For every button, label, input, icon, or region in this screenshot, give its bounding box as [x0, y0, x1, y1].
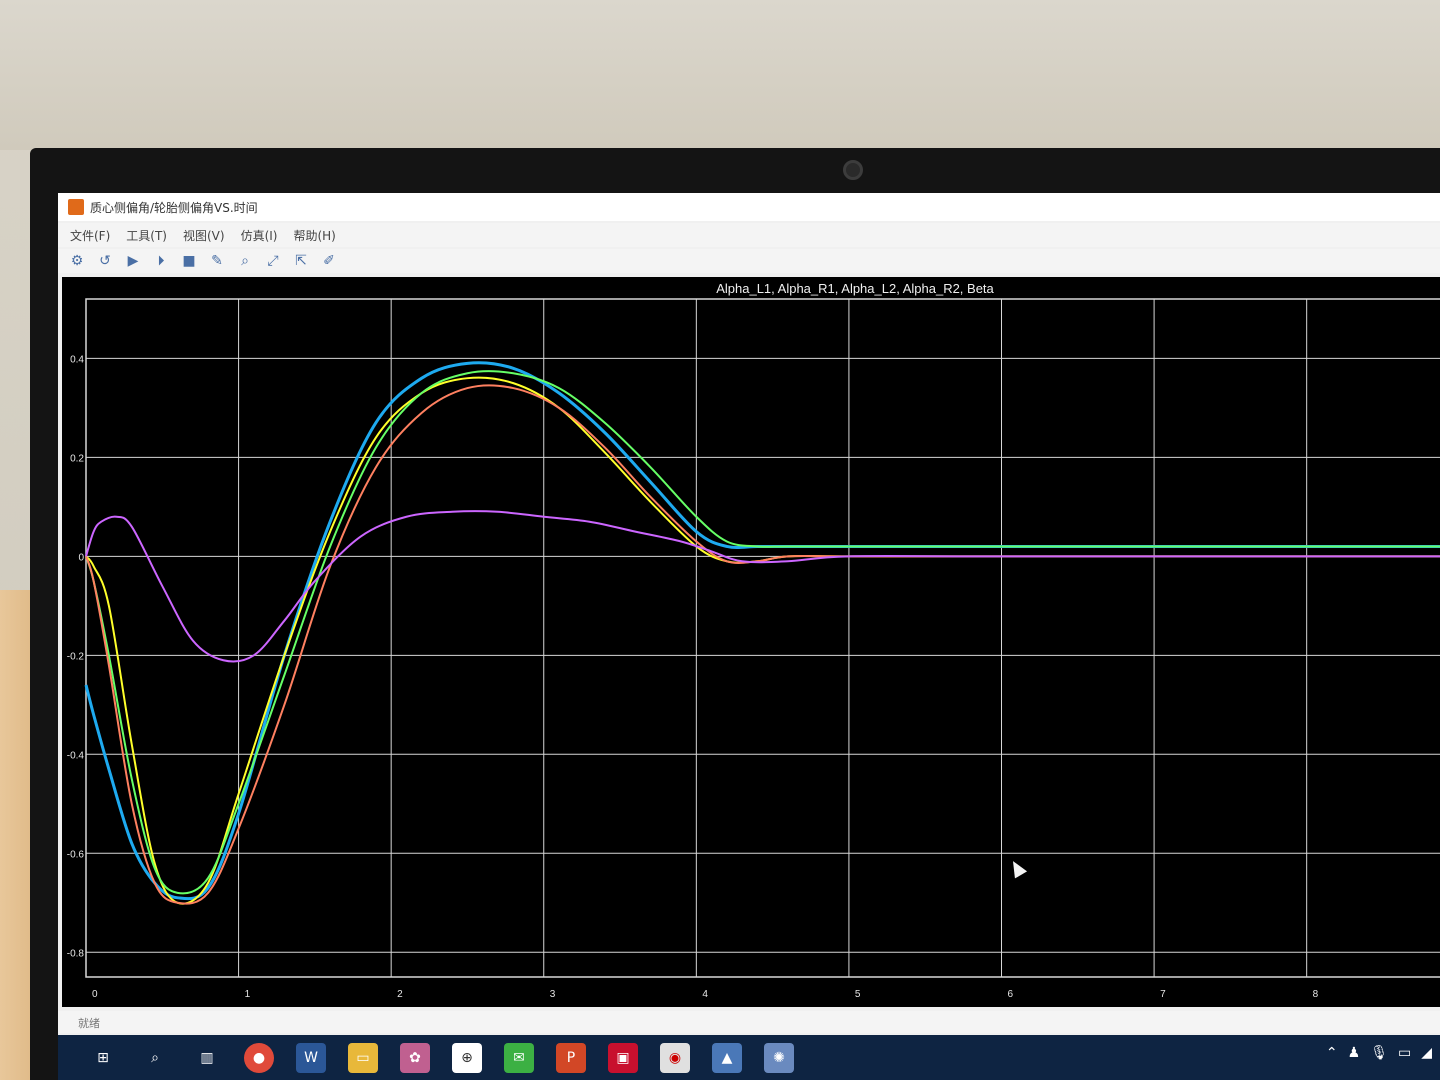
series-line-0 — [84, 361, 1440, 901]
settings-icon[interactable]: ⚙ — [68, 252, 86, 270]
status-text: 就绪 — [78, 1017, 100, 1030]
edit-icon[interactable]: ✐ — [320, 252, 338, 270]
stop-icon[interactable]: ■ — [180, 252, 198, 270]
powerpoint-icon[interactable]: P — [556, 1042, 586, 1073]
matlab-icon[interactable]: ▲ — [712, 1042, 742, 1073]
wifi-icon[interactable]: ◢ — [1421, 1045, 1432, 1061]
task-view-icon[interactable]: ▥ — [192, 1043, 222, 1073]
menu-file[interactable]: 文件(F) — [70, 227, 110, 244]
system-tray: ⌃ ♟ 🎙 ▭ ◢ — [1326, 1045, 1432, 1061]
file-explorer-icon[interactable]: ▭ — [348, 1042, 378, 1073]
y-tick-label: 0.4 — [70, 354, 84, 365]
window-titlebar[interactable]: 质心侧偏角/轮胎侧偏角VS.时间 — [58, 193, 1440, 221]
mic-icon[interactable]: 🎙 — [1370, 1045, 1388, 1061]
x-tick-label: 5 — [855, 989, 861, 1000]
y-tick-label: -0.2 — [67, 651, 85, 662]
menu-simulation[interactable]: 仿真(I) — [241, 227, 278, 244]
word-icon[interactable]: W — [296, 1042, 326, 1073]
menu-tools[interactable]: 工具(T) — [126, 227, 167, 244]
x-tick-label: 7 — [1160, 989, 1166, 1000]
y-tick-label: 0 — [78, 552, 84, 563]
chevron-up-icon[interactable]: ⌃ — [1326, 1045, 1338, 1061]
toolbar: ⚙ ↺ ▶ ⏵ ■ ✎ ⌕ ⤢ ⇱ ✐ — [58, 249, 1440, 273]
menu-help[interactable]: 帮助(H) — [293, 227, 335, 244]
windows-start-icon[interactable]: ⊞ — [88, 1043, 118, 1073]
line-chart: Alpha_L1, Alpha_R1, Alpha_L2, Alpha_R2, … — [67, 281, 1440, 1000]
monitor-screen: 质心侧偏角/轮胎侧偏角VS.时间 文件(F) 工具(T) 视图(V) 仿真(I)… — [58, 193, 1440, 1080]
network-icon[interactable]: ⊕ — [452, 1042, 482, 1073]
x-tick-label: 2 — [397, 989, 403, 1000]
run-icon[interactable]: ▶ — [124, 252, 142, 270]
battery-icon[interactable]: ▭ — [1398, 1045, 1411, 1061]
scope-plot-area[interactable]: Alpha_L1, Alpha_R1, Alpha_L2, Alpha_R2, … — [62, 277, 1440, 1007]
fit-icon[interactable]: ⤢ — [264, 252, 282, 270]
x-tick-label: 3 — [550, 989, 556, 1000]
wechat-icon[interactable]: ✉ — [504, 1042, 534, 1073]
reader-icon[interactable]: ▣ — [608, 1042, 638, 1073]
person-icon[interactable]: ♟ — [1348, 1045, 1361, 1061]
y-tick-label: -0.8 — [67, 948, 85, 959]
step-back-icon[interactable]: ↺ — [96, 252, 114, 270]
x-tick-label: 6 — [1008, 989, 1014, 1000]
taskbar: ⊞ ⌕ ▥ ● W ▭ ✿ ⊕ ✉ P ▣ ◉ ▲ ✺ — [58, 1035, 1440, 1080]
menu-bar: 文件(F) 工具(T) 视图(V) 仿真(I) 帮助(H) — [58, 223, 1440, 247]
scope-app-icon — [68, 199, 84, 215]
zoom-icon[interactable]: ⌕ — [236, 252, 254, 270]
chart-title: Alpha_L1, Alpha_R1, Alpha_L2, Alpha_R2, … — [716, 281, 994, 296]
y-tick-label: 0.2 — [70, 453, 84, 464]
highlight-icon[interactable]: ✎ — [208, 252, 226, 270]
remote-icon[interactable]: ◉ — [660, 1042, 690, 1073]
app-icon[interactable]: ✿ — [400, 1042, 430, 1073]
webcam — [843, 160, 863, 180]
background-wall — [0, 0, 1440, 150]
status-bar: 就绪 — [58, 1011, 1440, 1033]
step-forward-icon[interactable]: ⏵ — [152, 252, 170, 270]
x-tick-label: 0 — [92, 989, 98, 1000]
cursor-measure-icon[interactable]: ⇱ — [292, 252, 310, 270]
x-tick-label: 8 — [1313, 989, 1319, 1000]
menu-view[interactable]: 视图(V) — [183, 227, 225, 244]
chrome-icon[interactable]: ● — [244, 1042, 274, 1073]
series-line-2 — [85, 370, 1440, 895]
y-tick-label: -0.4 — [67, 750, 85, 761]
y-tick-label: -0.6 — [67, 849, 85, 860]
series-line-1 — [85, 376, 1440, 905]
window-title: 质心侧偏角/轮胎侧偏角VS.时间 — [90, 200, 258, 215]
gear-app-icon[interactable]: ✺ — [764, 1042, 794, 1073]
x-tick-label: 1 — [245, 989, 251, 1000]
x-tick-label: 4 — [702, 989, 708, 1000]
search-icon[interactable]: ⌕ — [140, 1043, 170, 1073]
